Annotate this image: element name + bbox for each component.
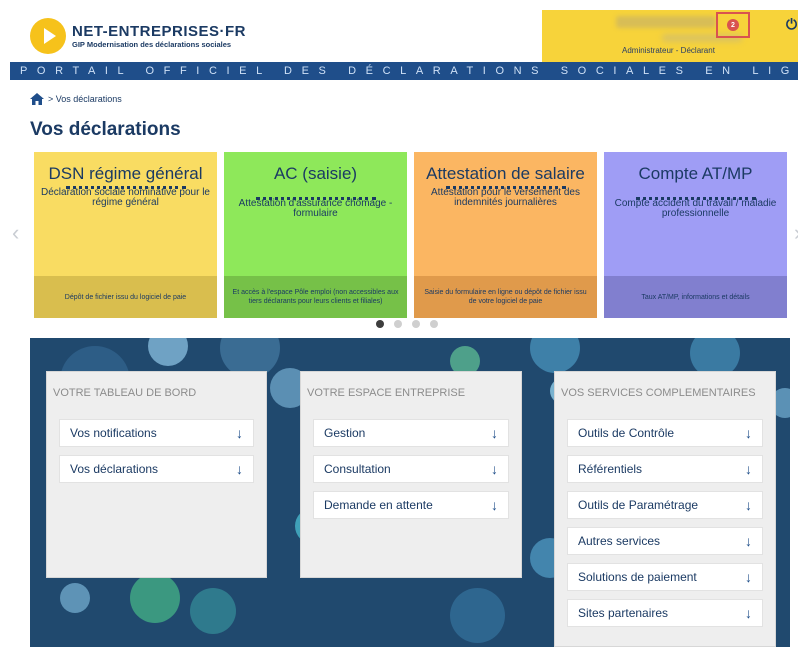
- arrow-down-icon: ↓: [236, 425, 243, 441]
- arrow-down-icon: ↓: [745, 605, 752, 621]
- logo-subtitle: GIP Modernisation des déclarations socia…: [72, 39, 232, 49]
- carousel-prev-icon[interactable]: ‹: [12, 220, 19, 246]
- logo[interactable]: NET-ENTREPRISES·FR GIP Modernisation des…: [30, 18, 246, 54]
- logo-name: NET-ENTREPRISES·FR: [72, 22, 247, 40]
- arrow-down-icon: ↓: [745, 461, 752, 477]
- card-description: Attestation pour le versement des indemn…: [431, 187, 580, 208]
- nav-autres-services[interactable]: Autres services ↓: [567, 527, 763, 555]
- nav-label: Solutions de paiement: [578, 570, 697, 584]
- arrow-down-icon: ↓: [745, 425, 752, 441]
- nav-label: Sites partenaires: [578, 606, 669, 620]
- pager-dot-4[interactable]: [430, 320, 438, 328]
- pager-dot-1[interactable]: [376, 320, 384, 328]
- arrow-down-icon: ↓: [491, 461, 498, 477]
- card-attestation[interactable]: Attestation de salaire Attestation pour …: [414, 152, 597, 318]
- nav-outils-de-parametrage[interactable]: Outils de Paramétrage ↓: [567, 491, 763, 519]
- card-footer: Et accès à l'espace Pôle emploi (non acc…: [224, 276, 407, 318]
- nav-label: Outils de Paramétrage: [578, 498, 699, 512]
- logo-play-icon: [30, 18, 66, 54]
- breadcrumb: > Vos déclarations: [30, 93, 122, 105]
- panel-title: Votre espace entreprise: [307, 387, 466, 399]
- dashboard: Votre tableau de bord Vos notifications …: [30, 338, 790, 647]
- card-atmp[interactable]: Compte AT/MP Compte accident du travail …: [604, 152, 787, 318]
- user-role: Administrateur - Déclarant: [622, 46, 715, 55]
- nav-demande-en-attente[interactable]: Demande en attente ↓: [313, 491, 509, 519]
- pager-dot-2[interactable]: [394, 320, 402, 328]
- card-title: AC (saisie): [273, 164, 358, 183]
- declarations-carousel: ‹ DSN régime général Déclaration sociale…: [10, 150, 798, 335]
- panel-services-complementaires: Vos services complementaires Outils de C…: [554, 371, 776, 647]
- nav-vos-notifications[interactable]: Vos notifications ↓: [59, 419, 254, 447]
- decor-bubble: [530, 338, 580, 373]
- card-ac[interactable]: AC (saisie) Attestation d'assurance chôm…: [224, 152, 407, 318]
- arrow-down-icon: ↓: [745, 497, 752, 513]
- nav-label: Autres services: [578, 534, 661, 548]
- decor-bubble: [148, 338, 188, 366]
- user-name-redacted: [616, 16, 716, 28]
- card-description: Compte accident du travail / maladie pro…: [614, 198, 777, 219]
- nav-referentiels[interactable]: Référentiels ↓: [567, 455, 763, 483]
- page-title: Vos déclarations: [30, 119, 181, 140]
- card-footer: Taux AT/MP, informations et détails: [604, 276, 787, 318]
- portal-banner: PORTAIL OFFICIEL DES DÉCLARATIONS SOCIAL…: [10, 62, 798, 80]
- arrow-down-icon: ↓: [236, 461, 243, 477]
- decor-bubble: [450, 588, 505, 643]
- card-footer: Saisie du formulaire en ligne ou dépôt d…: [414, 276, 597, 318]
- home-icon[interactable]: [30, 93, 44, 105]
- nav-label: Outils de Contrôle: [578, 426, 675, 440]
- nav-vos-declarations[interactable]: Vos déclarations ↓: [59, 455, 254, 483]
- nav-label: Consultation: [324, 462, 391, 476]
- carousel-pager: [376, 320, 438, 328]
- notifications-button[interactable]: 2: [716, 12, 750, 38]
- notification-badge: 2: [727, 19, 739, 31]
- panel-title: Votre tableau de bord: [53, 387, 197, 399]
- card-title: Compte AT/MP: [638, 164, 753, 183]
- arrow-down-icon: ↓: [745, 569, 752, 585]
- arrow-down-icon: ↓: [745, 533, 752, 549]
- nav-label: Vos déclarations: [70, 462, 159, 476]
- power-icon[interactable]: ⏻: [786, 16, 797, 33]
- nav-label: Demande en attente: [324, 498, 433, 512]
- arrow-down-icon: ↓: [491, 425, 498, 441]
- card-title: Attestation de salaire: [426, 164, 585, 183]
- card-footer: Dépôt de fichier issu du logiciel de pai…: [34, 276, 217, 318]
- panel-title: Vos services complementaires: [561, 387, 756, 399]
- user-panel: Administrateur - Déclarant 2 ⏻: [542, 10, 798, 62]
- carousel-next-icon[interactable]: ›: [794, 220, 798, 246]
- nav-consultation[interactable]: Consultation ↓: [313, 455, 509, 483]
- nav-outils-de-controle[interactable]: Outils de Contrôle ↓: [567, 419, 763, 447]
- card-title: DSN régime général: [48, 164, 203, 183]
- decor-bubble: [190, 588, 236, 634]
- panel-tableau-de-bord: Votre tableau de bord Vos notifications …: [46, 371, 267, 578]
- nav-sites-partenaires[interactable]: Sites partenaires ↓: [567, 599, 763, 627]
- breadcrumb-current: > Vos déclarations: [48, 94, 122, 104]
- card-description: Déclaration sociale nominative pour le r…: [41, 187, 210, 208]
- nav-label: Vos notifications: [70, 426, 157, 440]
- arrow-down-icon: ↓: [491, 497, 498, 513]
- panel-espace-entreprise: Votre espace entreprise Gestion ↓ Consul…: [300, 371, 522, 578]
- nav-label: Référentiels: [578, 462, 643, 476]
- nav-solutions-de-paiement[interactable]: Solutions de paiement ↓: [567, 563, 763, 591]
- pager-dot-3[interactable]: [412, 320, 420, 328]
- nav-label: Gestion: [324, 426, 366, 440]
- card-description: Attestation d'assurance chômage - formul…: [238, 198, 393, 219]
- card-dsn[interactable]: DSN régime général Déclaration sociale n…: [34, 152, 217, 318]
- nav-gestion[interactable]: Gestion ↓: [313, 419, 509, 447]
- decor-bubble: [130, 573, 180, 623]
- decor-bubble: [60, 583, 90, 613]
